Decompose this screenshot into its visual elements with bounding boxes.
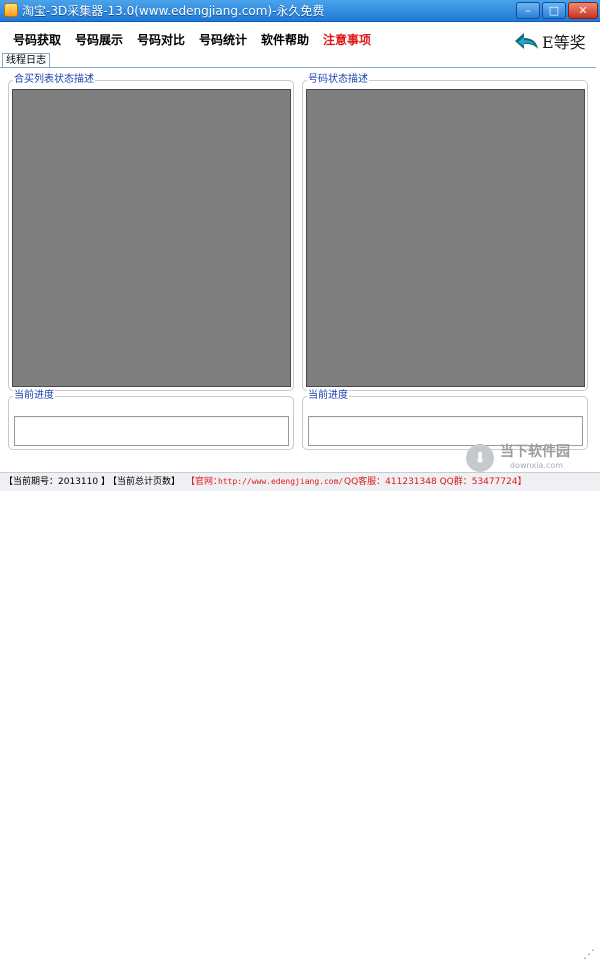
menu-item-notice[interactable]: 注意事项 xyxy=(323,32,371,48)
return-arrow-icon xyxy=(515,33,538,49)
group-title-order-list-status: 合买列表状态描述 xyxy=(13,74,95,86)
order-list-status-list[interactable] xyxy=(12,89,291,387)
group-current-progress-left: 当前进度 xyxy=(8,390,294,450)
tab-thread-log[interactable]: 线程日志 xyxy=(2,53,50,68)
progress-field-left[interactable] xyxy=(14,416,289,446)
watermark: ⬇ 当下软件园 downxia.com xyxy=(466,444,598,472)
menu-item-show-numbers[interactable]: 号码展示 xyxy=(75,32,123,48)
menu-item-help[interactable]: 软件帮助 xyxy=(261,32,309,48)
close-button[interactable]: ✕ xyxy=(568,2,598,19)
app-icon xyxy=(4,3,18,17)
group-order-list-status: 合买列表状态描述 xyxy=(8,74,294,391)
resize-grip-icon[interactable]: ⋰ xyxy=(583,947,595,961)
group-number-status: 号码状态描述 xyxy=(302,74,588,391)
status-site-prefix: 【官网： xyxy=(186,477,223,487)
progress-label-left: 当前进度 xyxy=(13,390,55,402)
menu-item-compare-numbers[interactable]: 号码对比 xyxy=(137,32,185,48)
status-bar: 【当前期号：2013110 】 【当前总计页数】 【官网： http://www… xyxy=(0,472,600,961)
window-title: 淘宝-3D采集器-13.0(www.edengjiang.com)-永久免费 xyxy=(22,4,325,18)
watermark-text: 当下软件园 xyxy=(500,444,570,460)
status-contact: QQ客服：411231348 QQ群：53477724】 xyxy=(344,477,527,487)
menu-item-number-stats[interactable]: 号码统计 xyxy=(199,32,247,48)
minimize-button[interactable]: – xyxy=(516,2,540,19)
group-title-number-status: 号码状态描述 xyxy=(307,74,369,86)
maximize-button[interactable]: □ xyxy=(542,2,566,19)
status-total-pages: 【当前总计页数】 xyxy=(108,477,181,487)
logo-text: E等奖 xyxy=(542,33,586,52)
progress-label-right: 当前进度 xyxy=(307,390,349,402)
number-status-list[interactable] xyxy=(306,89,585,387)
status-current-period: 【当前期号：2013110 】 xyxy=(4,477,110,487)
download-arrow-icon: ⬇ xyxy=(466,444,494,472)
watermark-domain: downxia.com xyxy=(510,461,564,470)
menu-item-get-numbers[interactable]: 号码获取 xyxy=(13,32,61,48)
progress-field-right[interactable] xyxy=(308,416,583,446)
logo: E等奖 xyxy=(514,32,592,54)
tab-panel: 合买列表状态描述 号码状态描述 当前进度 当前进度 xyxy=(0,67,596,466)
status-site-url[interactable]: http://www.edengjiang.com/ xyxy=(218,476,343,488)
group-current-progress-right: 当前进度 xyxy=(302,390,588,450)
tab-strip: 线程日志 xyxy=(0,53,600,68)
title-bar: 淘宝-3D采集器-13.0(www.edengjiang.com)-永久免费 –… xyxy=(0,0,600,22)
